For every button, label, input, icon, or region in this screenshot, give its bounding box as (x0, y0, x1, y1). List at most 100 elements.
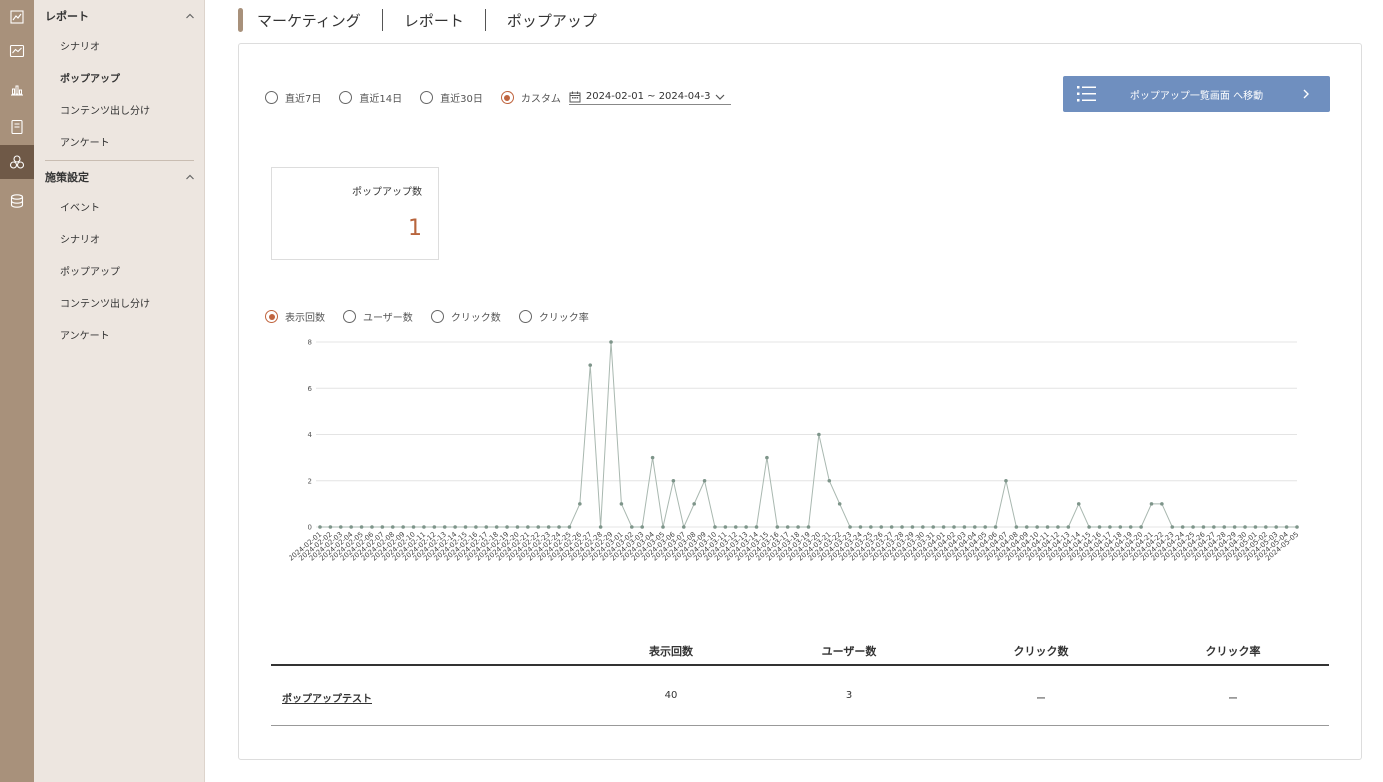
data-point[interactable] (713, 525, 717, 529)
data-point[interactable] (1222, 525, 1227, 529)
data-point[interactable] (453, 525, 457, 529)
data-point[interactable] (328, 525, 333, 529)
data-point[interactable] (1056, 525, 1060, 529)
data-point[interactable] (318, 525, 322, 529)
data-point[interactable] (1170, 525, 1175, 529)
breadcrumb-item-report[interactable]: レポート (404, 10, 464, 31)
data-point[interactable] (848, 525, 852, 529)
sidebar-item-report-survey[interactable]: アンケート (60, 137, 110, 151)
data-point[interactable] (692, 502, 696, 506)
data-point[interactable] (972, 525, 977, 529)
data-point[interactable] (921, 525, 925, 529)
breadcrumb-item-marketing[interactable]: マーケティング (257, 10, 361, 31)
data-point[interactable] (910, 525, 915, 529)
column-header-users[interactable]: ユーザー数 (822, 643, 877, 659)
data-point[interactable] (1212, 525, 1216, 529)
period-radio-30d[interactable]: 直近30日 (420, 90, 483, 105)
period-radio-custom[interactable]: カスタム (500, 90, 561, 105)
data-point[interactable] (370, 525, 374, 529)
sidebar-item-report-popup[interactable]: ポップアップ (60, 73, 120, 87)
sidebar-item-report-content[interactable]: コンテンツ出し分け (60, 105, 150, 119)
data-point[interactable] (515, 525, 520, 529)
data-point[interactable] (463, 525, 468, 529)
data-point[interactable] (505, 525, 509, 529)
sidebar-item-report-scenario[interactable]: シナリオ (60, 41, 100, 55)
rail-button-line-chart[interactable] (0, 34, 34, 68)
column-header-impressions[interactable]: 表示回数 (649, 643, 693, 659)
data-point[interactable] (817, 432, 821, 437)
data-point[interactable] (1160, 502, 1164, 506)
metric-radio-clicks[interactable]: クリック数 (430, 309, 501, 324)
popup-name-link[interactable]: ポップアップテスト (282, 690, 372, 705)
data-point[interactable] (889, 525, 894, 529)
data-point[interactable] (993, 525, 998, 529)
data-point[interactable] (1097, 525, 1102, 529)
data-point[interactable] (1004, 478, 1008, 483)
data-point[interactable] (442, 525, 447, 529)
data-point[interactable] (837, 502, 842, 506)
data-point[interactable] (338, 525, 343, 529)
data-point[interactable] (390, 525, 395, 529)
data-point[interactable] (744, 525, 748, 529)
data-point[interactable] (359, 525, 364, 529)
data-point[interactable] (931, 525, 936, 529)
data-point[interactable] (349, 525, 353, 529)
data-point[interactable] (588, 363, 593, 367)
data-point[interactable] (1295, 525, 1299, 529)
data-point[interactable] (952, 525, 956, 529)
metric-radio-ctr[interactable]: クリック率 (518, 309, 589, 324)
data-point[interactable] (1274, 525, 1279, 529)
data-point[interactable] (1066, 525, 1071, 529)
data-point[interactable] (661, 525, 665, 529)
sidebar-item-settings-popup[interactable]: ポップアップ (60, 266, 120, 280)
data-point[interactable] (630, 525, 634, 529)
data-point[interactable] (411, 525, 416, 529)
data-point[interactable] (1232, 525, 1237, 529)
data-point[interactable] (640, 525, 645, 529)
data-point[interactable] (827, 478, 832, 483)
sidebar-item-settings-scenario[interactable]: シナリオ (60, 234, 100, 248)
data-point[interactable] (619, 502, 624, 506)
data-point[interactable] (1264, 525, 1268, 529)
data-point[interactable] (598, 525, 603, 529)
data-point[interactable] (578, 502, 582, 506)
rail-button-database[interactable] (0, 184, 34, 218)
sidebar-item-settings-survey[interactable]: アンケート (60, 330, 110, 344)
period-radio-14d[interactable]: 直近14日 (339, 90, 402, 105)
data-point[interactable] (557, 525, 561, 529)
metric-radio-impressions[interactable]: 表示回数 (265, 309, 325, 324)
data-point[interactable] (1284, 525, 1289, 529)
data-point[interactable] (785, 525, 790, 529)
data-point[interactable] (1118, 525, 1123, 529)
data-point[interactable] (681, 525, 686, 529)
data-point[interactable] (869, 525, 873, 529)
data-point[interactable] (567, 525, 572, 529)
data-point[interactable] (1014, 525, 1019, 529)
data-point[interactable] (474, 525, 478, 529)
sidebar-item-settings-event[interactable]: イベント (60, 202, 100, 216)
data-point[interactable] (879, 525, 884, 529)
sidebar-section-report-header[interactable]: レポート (45, 7, 195, 25)
column-header-clicks[interactable]: クリック数 (1014, 643, 1069, 659)
data-point[interactable] (536, 525, 541, 529)
data-point[interactable] (941, 525, 946, 529)
data-point[interactable] (432, 525, 437, 529)
rail-button-bar-chart[interactable] (0, 72, 34, 106)
data-point[interactable] (671, 478, 676, 483)
metric-radio-users[interactable]: ユーザー数 (343, 309, 413, 324)
data-point[interactable] (526, 525, 530, 529)
data-point[interactable] (765, 455, 769, 460)
data-point[interactable] (754, 525, 759, 529)
data-point[interactable] (494, 525, 499, 529)
data-point[interactable] (546, 525, 551, 529)
data-point[interactable] (1108, 525, 1112, 529)
data-point[interactable] (1087, 525, 1091, 529)
data-point[interactable] (1243, 525, 1247, 529)
data-point[interactable] (609, 340, 613, 344)
data-point[interactable] (806, 525, 811, 529)
data-point[interactable] (1024, 525, 1029, 529)
data-point[interactable] (401, 525, 405, 529)
date-range-select[interactable]: 2024-02-01 ~ 2024-04-3 (568, 91, 732, 105)
data-point[interactable] (1180, 525, 1185, 529)
data-point[interactable] (1253, 525, 1258, 529)
